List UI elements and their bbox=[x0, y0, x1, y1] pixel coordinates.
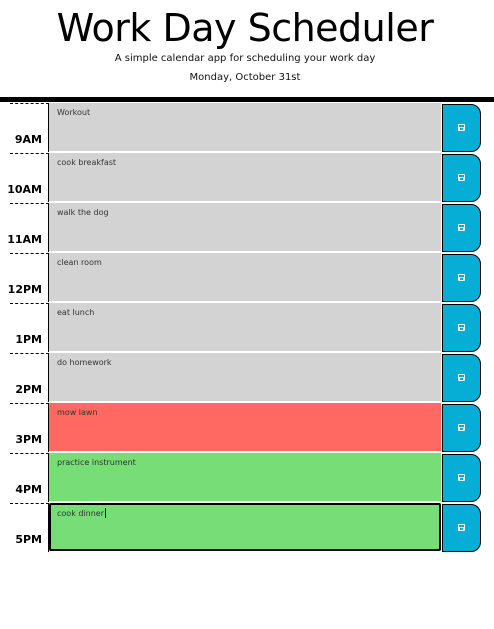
save-icon bbox=[458, 374, 465, 381]
header-divider bbox=[0, 97, 494, 102]
description-textarea[interactable]: do homework bbox=[49, 353, 441, 402]
hour-label: 4PM bbox=[15, 483, 42, 496]
description-text: walk the dog bbox=[57, 208, 109, 217]
description-text: cook breakfast bbox=[57, 158, 117, 167]
save-button[interactable] bbox=[442, 304, 481, 352]
time-block-5pm: 5PM cook dinner bbox=[10, 503, 482, 553]
hour-column: 12PM bbox=[7, 253, 49, 302]
description-textarea[interactable]: Workout bbox=[49, 103, 441, 152]
hour-label: 2PM bbox=[15, 383, 42, 396]
save-button[interactable] bbox=[442, 454, 481, 502]
description-text: do homework bbox=[57, 358, 112, 367]
description-text: practice instrument bbox=[57, 458, 136, 467]
description-text-container: cook dinner bbox=[57, 508, 107, 518]
lead-text: A simple calendar app for scheduling you… bbox=[114, 53, 376, 64]
hour-label: 5PM bbox=[15, 533, 42, 546]
description-text: clean room bbox=[57, 258, 102, 267]
save-icon bbox=[458, 274, 465, 281]
save-icon bbox=[458, 174, 465, 181]
header: Work Day Scheduler A simple calendar app… bbox=[0, 0, 494, 96]
save-icon bbox=[458, 474, 465, 481]
description-textarea[interactable]: practice instrument bbox=[49, 453, 441, 502]
hour-column: 9AM bbox=[10, 103, 49, 152]
hour-column: 1PM bbox=[10, 303, 49, 352]
description-text: cook dinner bbox=[57, 509, 105, 518]
hour-column: 2PM bbox=[10, 353, 49, 402]
text-cursor bbox=[105, 508, 107, 518]
description-text: eat lunch bbox=[57, 308, 95, 317]
current-day: Monday, October 31st bbox=[189, 72, 301, 83]
hour-column: 11AM bbox=[7, 203, 49, 252]
save-icon bbox=[458, 324, 465, 331]
hour-label: 11AM bbox=[7, 233, 42, 246]
description-text: mow lawn bbox=[57, 408, 98, 417]
save-icon bbox=[458, 224, 465, 231]
save-button[interactable] bbox=[442, 154, 481, 202]
time-block-2pm: 2PM do homework bbox=[10, 353, 482, 403]
save-button[interactable] bbox=[442, 204, 481, 252]
hour-label: 3PM bbox=[15, 433, 42, 446]
page-title: Work Day Scheduler bbox=[56, 6, 434, 50]
time-block-4pm: 4PM practice instrument bbox=[10, 453, 482, 503]
hour-label: 12PM bbox=[7, 283, 42, 296]
hour-column: 4PM bbox=[10, 453, 49, 502]
save-button[interactable] bbox=[442, 504, 481, 552]
save-icon bbox=[458, 424, 465, 431]
description-textarea[interactable]: eat lunch bbox=[49, 303, 441, 352]
save-button[interactable] bbox=[442, 104, 481, 152]
save-button[interactable] bbox=[442, 404, 481, 452]
description-textarea[interactable]: cook breakfast bbox=[49, 153, 441, 202]
hour-label: 1PM bbox=[15, 333, 42, 346]
time-blocks: 9AM Workout 10AM cook breakfast 11AM wal… bbox=[7, 103, 482, 553]
hour-column: 5PM bbox=[10, 503, 49, 552]
time-block-10am: 10AM cook breakfast bbox=[7, 153, 482, 203]
description-textarea[interactable]: clean room bbox=[49, 253, 441, 302]
save-icon bbox=[458, 524, 465, 531]
save-button[interactable] bbox=[442, 254, 481, 302]
description-text: Workout bbox=[57, 108, 91, 117]
hour-column: 3PM bbox=[10, 403, 49, 452]
time-block-12pm: 12PM clean room bbox=[7, 253, 482, 303]
hour-label: 9AM bbox=[14, 133, 42, 146]
description-textarea[interactable]: walk the dog bbox=[49, 203, 441, 252]
hour-column: 10AM bbox=[7, 153, 49, 202]
save-icon bbox=[458, 124, 465, 131]
description-textarea[interactable]: mow lawn bbox=[49, 403, 441, 452]
time-block-1pm: 1PM eat lunch bbox=[10, 303, 482, 353]
description-textarea[interactable]: cook dinner bbox=[49, 503, 441, 551]
hour-label: 10AM bbox=[7, 183, 42, 196]
time-block-3pm: 3PM mow lawn bbox=[10, 403, 482, 453]
time-block-9am: 9AM Workout bbox=[10, 103, 482, 153]
time-block-11am: 11AM walk the dog bbox=[7, 203, 482, 253]
save-button[interactable] bbox=[442, 354, 481, 402]
